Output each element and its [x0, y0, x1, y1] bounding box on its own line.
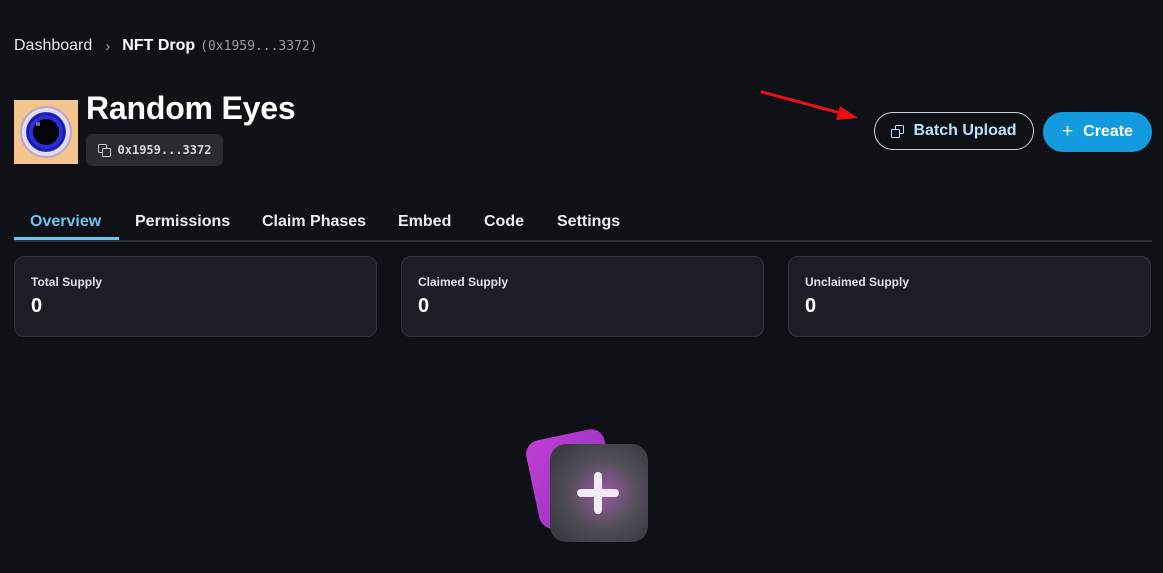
tab-embed[interactable]: Embed	[398, 213, 451, 231]
copy-icon	[97, 144, 111, 157]
tab-overview[interactable]: Overview	[30, 213, 101, 231]
contract-address: 0x1959...3372	[117, 143, 212, 157]
stat-value: 0	[31, 295, 43, 317]
copy-address-button[interactable]: 0x1959...3372	[86, 134, 223, 166]
batch-upload-button[interactable]: Batch Upload	[874, 112, 1034, 150]
stat-card-unclaimed-supply: Unclaimed Supply 0	[788, 256, 1151, 337]
tab-claim-phases[interactable]: Claim Phases	[262, 213, 366, 231]
empty-state-add-icon	[526, 429, 648, 542]
batch-icon	[891, 124, 905, 138]
pixel-eye-icon	[14, 100, 78, 164]
breadcrumb-dashboard-link[interactable]: Dashboard	[14, 37, 92, 55]
breadcrumb: Dashboard › NFT Drop (0x1959...3372)	[14, 36, 318, 56]
tab-bar: Overview Permissions Claim Phases Embed …	[14, 206, 1152, 242]
create-button[interactable]: + Create	[1043, 112, 1152, 152]
stat-label: Total Supply	[31, 275, 103, 289]
batch-upload-label: Batch Upload	[913, 122, 1017, 139]
tab-code[interactable]: Code	[484, 213, 524, 231]
stat-card-total-supply: Total Supply 0	[14, 256, 377, 337]
stat-label: Claimed Supply	[418, 275, 509, 289]
plus-icon: +	[1062, 120, 1074, 142]
stat-value: 0	[418, 295, 430, 317]
contract-title: Random Eyes	[86, 90, 296, 126]
breadcrumb-current: NFT Drop	[122, 37, 196, 54]
create-label: Create	[1083, 123, 1133, 140]
stat-card-claimed-supply: Claimed Supply 0	[401, 256, 764, 337]
stat-label: Unclaimed Supply	[805, 275, 910, 289]
annotation-arrow-icon	[760, 90, 858, 120]
chevron-right-icon: ›	[105, 37, 111, 55]
tab-permissions[interactable]: Permissions	[135, 213, 230, 231]
tab-settings[interactable]: Settings	[557, 213, 620, 231]
stat-value: 0	[805, 295, 817, 317]
breadcrumb-address: (0x1959...3372)	[200, 38, 318, 54]
active-tab-indicator	[14, 237, 119, 240]
contract-avatar	[14, 100, 78, 164]
